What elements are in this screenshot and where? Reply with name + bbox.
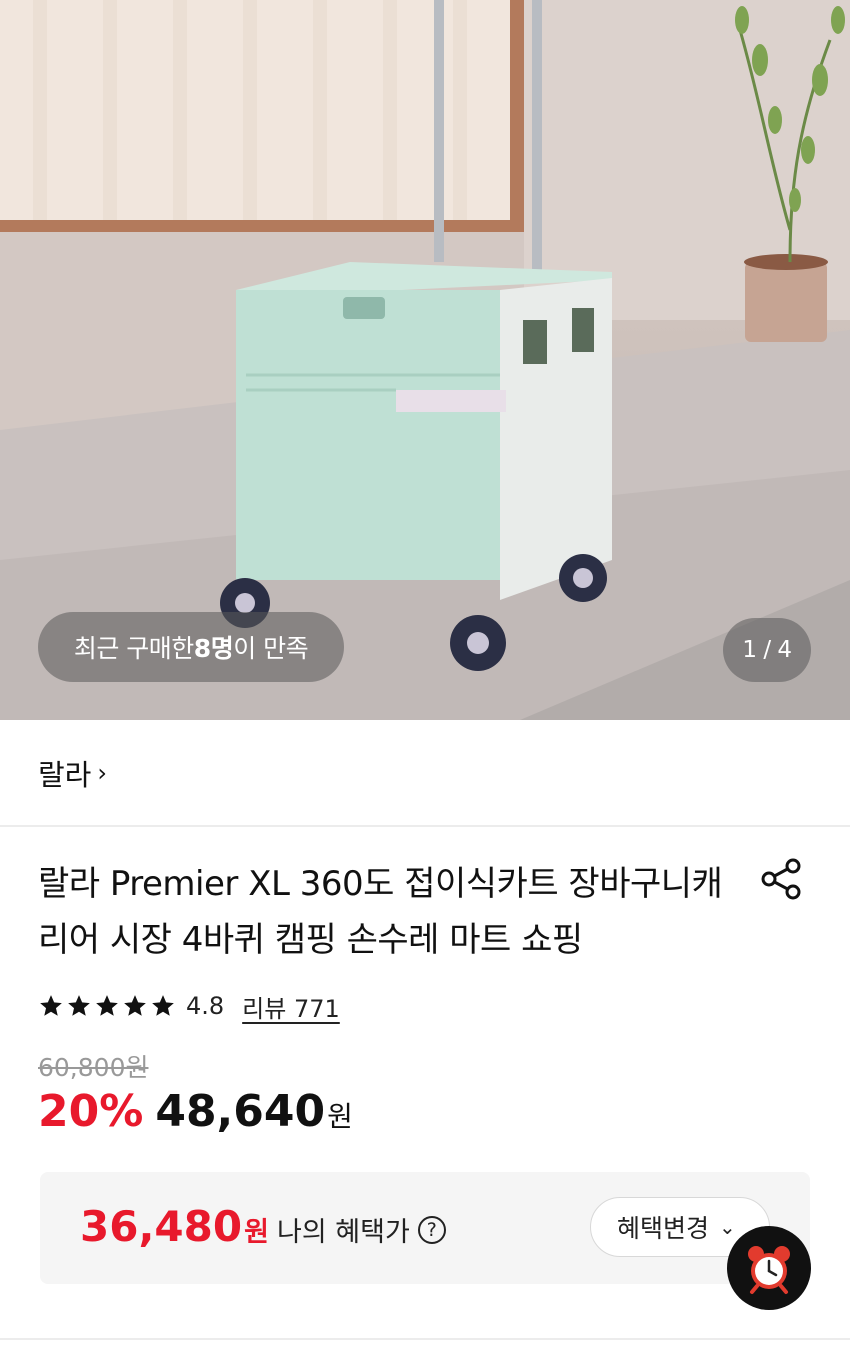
alarm-button[interactable] bbox=[727, 1226, 811, 1310]
alarm-clock-icon bbox=[748, 1246, 790, 1294]
chevron-down-icon: ⌄ bbox=[719, 1215, 736, 1239]
benefit-price-value: 36,480 bbox=[80, 1202, 243, 1251]
image-counter: 1 / 4 bbox=[723, 618, 811, 682]
star-icon bbox=[124, 995, 146, 1016]
benefit-label-text: 나의 혜택가 bbox=[277, 1217, 410, 1248]
chevron-right-icon: › bbox=[97, 758, 107, 787]
star-icon bbox=[68, 995, 90, 1016]
discount-rate: 20% bbox=[38, 1086, 144, 1137]
buyers-count: 8명 bbox=[193, 634, 234, 663]
share-button[interactable] bbox=[758, 855, 806, 903]
star-rating bbox=[38, 993, 176, 1019]
review-count-link[interactable]: 리뷰 771 bbox=[242, 989, 340, 1024]
sale-price: 48,640 bbox=[155, 1086, 326, 1137]
divider bbox=[0, 1338, 850, 1340]
benefit-label: 나의 혜택가 ? bbox=[277, 1210, 446, 1249]
benefit-price: 36,480 원 bbox=[80, 1202, 269, 1251]
sale-price-row: 20% 48,640 원 bbox=[38, 1086, 353, 1137]
product-image-carousel[interactable]: 최근 구매한 8명 이 만족 1 / 4 bbox=[0, 0, 850, 720]
brand-link[interactable]: 랄라 › bbox=[0, 720, 850, 825]
benefit-currency: 원 bbox=[244, 1217, 269, 1248]
product-title: 랄라 Premier XL 360도 접이식카트 장바구니캐리어 시장 4바퀴 … bbox=[38, 864, 723, 960]
share-icon bbox=[761, 858, 801, 900]
currency-unit: 원 bbox=[327, 1100, 353, 1133]
buyers-suffix: 이 만족 bbox=[233, 634, 309, 663]
question-circle-icon[interactable]: ? bbox=[417, 1215, 446, 1244]
recent-buyers-badge: 최근 구매한 8명 이 만족 bbox=[38, 612, 344, 682]
original-price: 60,800원 bbox=[38, 1053, 149, 1082]
brand-name: 랄라 bbox=[38, 757, 92, 792]
star-icon bbox=[40, 995, 62, 1016]
star-icon bbox=[152, 995, 174, 1016]
buyers-prefix: 최근 구매한 bbox=[73, 634, 194, 663]
divider bbox=[0, 825, 850, 827]
rating-row: 4.8 리뷰 771 bbox=[38, 988, 340, 1024]
change-benefit-label: 혜택변경 bbox=[617, 1214, 710, 1243]
rating-score: 4.8 bbox=[186, 992, 225, 1020]
my-benefit-price-box: 36,480 원 나의 혜택가 ? 혜택변경 ⌄ bbox=[40, 1172, 810, 1284]
star-icon bbox=[96, 995, 118, 1016]
